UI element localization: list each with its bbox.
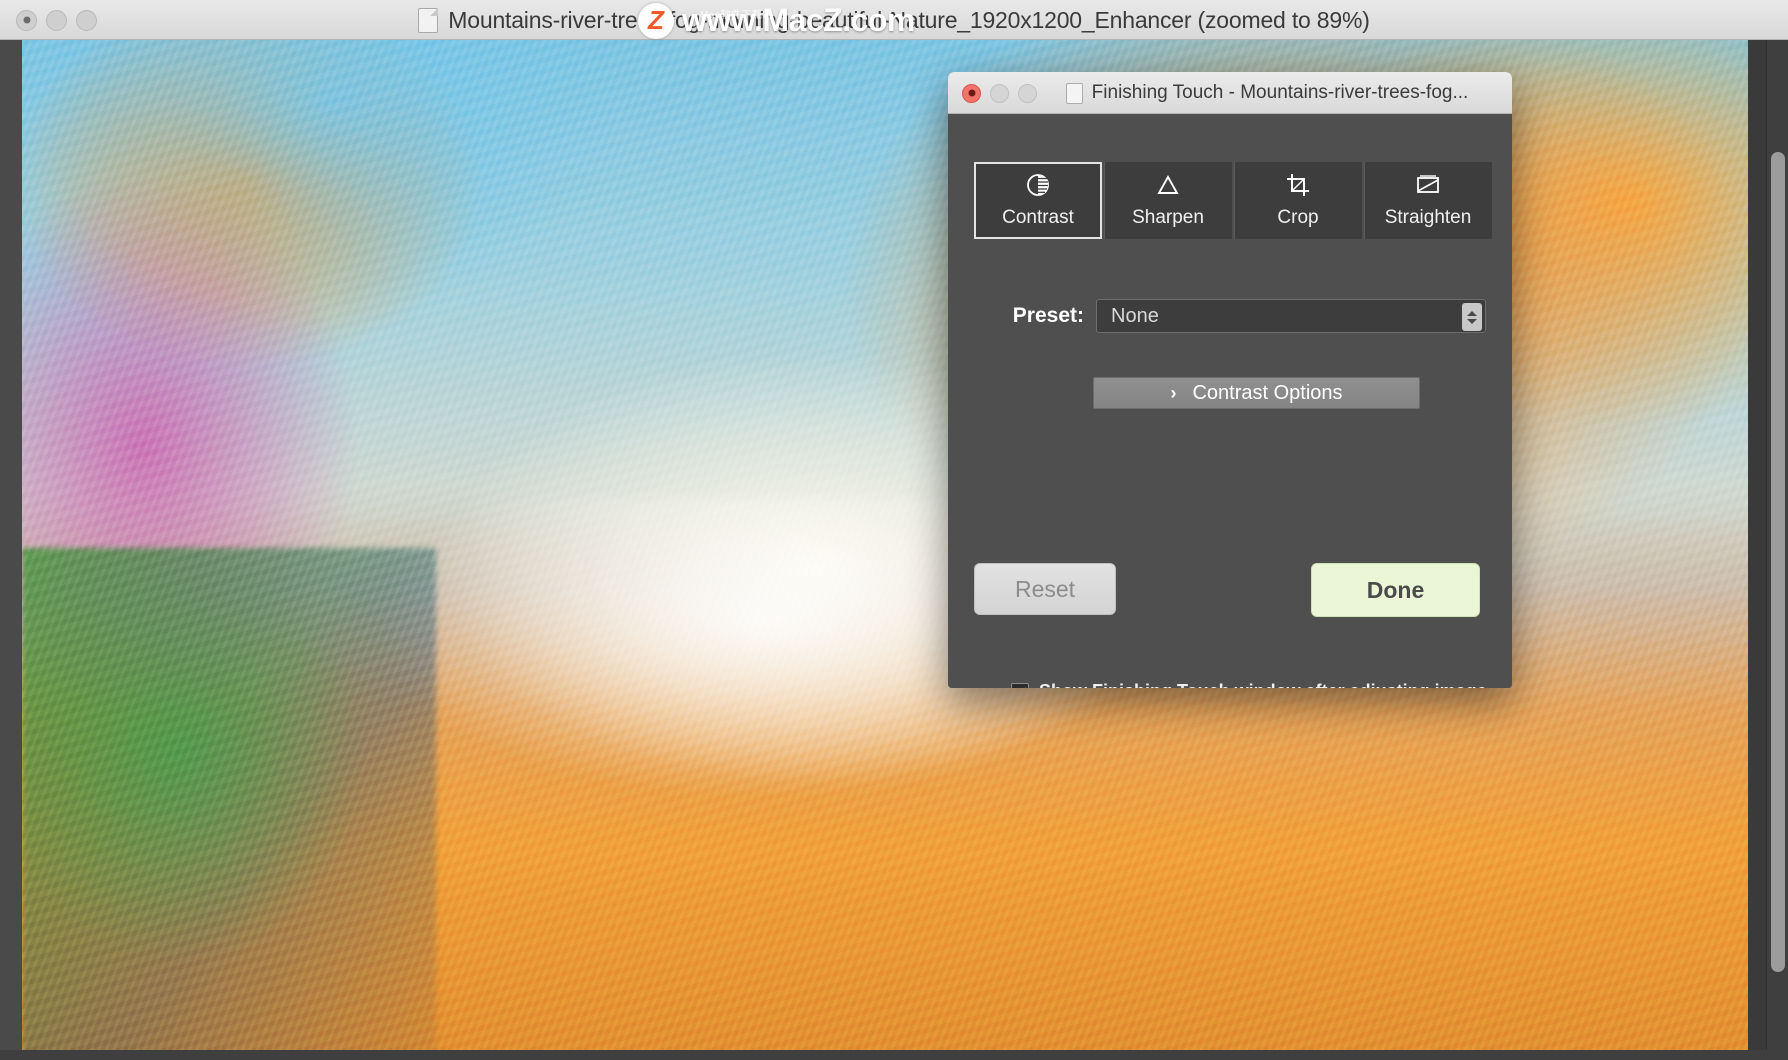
tab-straighten[interactable]: Straighten: [1364, 162, 1492, 239]
vertical-scrollbar[interactable]: [1766, 40, 1788, 1060]
crop-icon: [1285, 172, 1311, 198]
tab-crop-label: Crop: [1277, 207, 1319, 228]
horizontal-scrollbar[interactable]: [0, 1050, 1788, 1060]
preset-stepper-icon[interactable]: [1462, 303, 1482, 331]
tab-sharpen-label: Sharpen: [1132, 207, 1204, 228]
vertical-scrollbar-thumb[interactable]: [1771, 152, 1785, 972]
contrast-icon: [1025, 172, 1051, 198]
contrast-options-label: Contrast Options: [1192, 381, 1343, 404]
adjustment-tab-row: Contrast Sharpen Crop Straighten: [974, 162, 1492, 239]
done-button[interactable]: Done: [1311, 563, 1480, 617]
show-window-checkbox-row[interactable]: Show Finishing Touch window after adjust…: [1011, 681, 1487, 688]
photo-left-bank-region: [22, 547, 437, 1055]
tab-sharpen[interactable]: Sharpen: [1104, 162, 1232, 239]
dialog-body: Contrast Sharpen Crop Straighten Preset:…: [948, 114, 1512, 688]
dialog-title: Finishing Touch - Mountains-river-trees-…: [1091, 82, 1469, 103]
chevron-right-icon: ›: [1170, 383, 1177, 403]
dialog-titlebar: Finishing Touch - Mountains-river-trees-…: [948, 72, 1512, 114]
main-window-title: Mountains-river-trees-fog-morning-beauti…: [448, 6, 1370, 33]
dialog-title-group: Finishing Touch - Mountains-river-trees-…: [948, 72, 1512, 114]
tab-straighten-label: Straighten: [1384, 207, 1472, 228]
preset-row: Preset: None: [974, 299, 1486, 333]
reset-button[interactable]: Reset: [974, 563, 1116, 615]
contrast-options-button[interactable]: › Contrast Options: [1093, 377, 1420, 409]
app-root: Mountains-river-trees-fog-morning-beauti…: [0, 0, 1788, 1060]
main-traffic-lights: [16, 0, 97, 40]
document-icon: [418, 7, 439, 33]
sharpen-triangle-icon: [1155, 172, 1181, 198]
show-window-checkbox[interactable]: [1011, 682, 1029, 688]
image-canvas[interactable]: [0, 40, 1788, 1060]
zoom-button[interactable]: [76, 9, 97, 31]
close-button[interactable]: [16, 9, 37, 31]
preset-dropdown[interactable]: None: [1096, 299, 1486, 333]
tab-contrast[interactable]: Contrast: [974, 162, 1102, 239]
preset-label: Preset:: [1012, 304, 1084, 327]
main-window-titlebar: Mountains-river-trees-fog-morning-beauti…: [0, 0, 1788, 40]
finishing-touch-dialog: Finishing Touch - Mountains-river-trees-…: [948, 72, 1512, 688]
preset-selected-value: None: [1111, 304, 1159, 327]
canvas-left-gutter: [0, 40, 22, 1060]
straighten-icon: [1415, 172, 1441, 198]
tab-crop[interactable]: Crop: [1234, 162, 1362, 239]
dialog-document-icon: [1065, 82, 1083, 104]
main-window-title-group: Mountains-river-trees-fog-morning-beauti…: [0, 0, 1788, 40]
show-window-checkbox-label: Show Finishing Touch window after adjust…: [1039, 681, 1487, 688]
minimize-button[interactable]: [46, 9, 67, 31]
tab-contrast-label: Contrast: [1002, 207, 1074, 228]
